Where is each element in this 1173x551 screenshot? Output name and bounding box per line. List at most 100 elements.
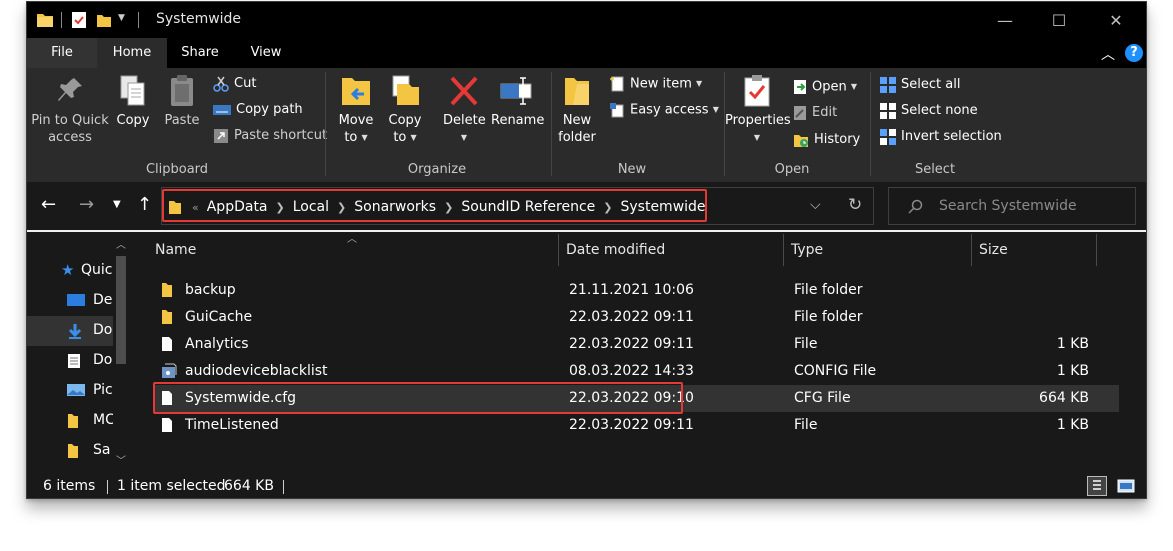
invert-selection-button[interactable]: Invert selection	[880, 126, 1002, 148]
new-item-button[interactable]: New item ▼	[609, 73, 702, 95]
column-divider[interactable]	[1096, 234, 1097, 266]
config-file-icon	[162, 363, 177, 378]
new-folder-icon[interactable]	[96, 11, 112, 29]
back-arrow-icon[interactable]: ←	[41, 194, 56, 215]
download-icon	[68, 324, 82, 339]
document-icon	[68, 354, 80, 368]
status-bar: 6 items 1 item selected 664 KB	[27, 472, 1146, 498]
file-type: File folder	[794, 282, 863, 298]
tab-home[interactable]: Home	[97, 38, 167, 68]
nav-item-label: De	[93, 292, 113, 308]
nav-pane-scrollbar[interactable]: ︿ ﹀	[113, 234, 129, 470]
column-divider[interactable]	[558, 234, 559, 266]
move-to-button[interactable]: Move to ▼	[335, 74, 377, 146]
column-header-date-modified[interactable]: Date modified	[566, 242, 665, 258]
new-item-icon	[610, 76, 624, 92]
copy-to-button[interactable]: Copy to ▼	[385, 74, 425, 146]
large-icons-view-icon[interactable]	[1117, 478, 1135, 498]
details-view-icon[interactable]	[1087, 476, 1107, 496]
selected-file-highlight	[153, 382, 683, 414]
nav-item-label: MC	[93, 412, 115, 428]
search-box[interactable]: Search Systemwide	[888, 187, 1136, 225]
new-item-label: New item	[630, 76, 692, 92]
properties-button[interactable]: Properties ▼	[725, 74, 791, 146]
new-folder-label-1: New	[562, 113, 592, 128]
paste-shortcut-button[interactable]: Paste shortcut	[213, 125, 327, 147]
column-divider[interactable]	[783, 234, 784, 266]
file-name: backup	[185, 282, 236, 298]
group-label-open: Open	[774, 162, 810, 177]
search-icon	[908, 199, 923, 214]
explorer-window: ▼ Systemwide — ☐ ✕ File Home Share View …	[26, 1, 1147, 499]
copy-button[interactable]: Copy	[113, 74, 153, 129]
copy-path-button[interactable]: Copy path	[213, 99, 303, 121]
column-header-name[interactable]: Name	[155, 242, 196, 258]
tab-file[interactable]: File	[27, 38, 97, 68]
file-row-audiodeviceblacklist[interactable]: audiodeviceblacklist 08.03.2022 14:33 CO…	[153, 358, 1119, 385]
pin-label-2: access	[48, 130, 92, 145]
delete-x-icon	[450, 76, 478, 106]
cut-button[interactable]: Cut	[213, 73, 256, 95]
collapse-ribbon-icon[interactable]: ︿	[1101, 44, 1115, 64]
file-row-backup[interactable]: backup 21.11.2021 10:06 File folder	[153, 277, 1119, 304]
column-header-type[interactable]: Type	[791, 242, 823, 258]
file-name: audiodeviceblacklist	[185, 363, 328, 379]
pin-to-quick-access-button[interactable]: Pin to Quick access	[31, 74, 109, 146]
clipboard-icon	[171, 75, 193, 106]
column-header-size[interactable]: Size	[979, 242, 1008, 258]
forward-arrow-icon[interactable]: →	[79, 194, 94, 215]
refresh-icon[interactable]: ↻	[848, 195, 862, 215]
help-icon[interactable]: ?	[1125, 44, 1143, 62]
invert-selection-icon	[880, 128, 896, 145]
copy-to-icon	[392, 75, 419, 105]
qat-divider	[61, 12, 62, 28]
properties-check-icon[interactable]	[71, 11, 87, 29]
search-placeholder: Search Systemwide	[939, 198, 1077, 214]
ribbon-tabs: File Home Share View ︿ ?	[27, 38, 1146, 68]
address-dropdown-icon[interactable]: ⌵	[810, 197, 821, 213]
chevron-down-icon: ▼	[753, 133, 761, 142]
new-folder-icon	[565, 78, 589, 105]
file-icon	[162, 337, 172, 351]
up-arrow-icon[interactable]: ↑	[137, 194, 152, 215]
history-label: History	[814, 132, 861, 147]
recent-locations-icon[interactable]: ▼	[113, 199, 121, 210]
scrollbar-thumb[interactable]	[116, 256, 126, 364]
select-all-button[interactable]: Select all	[880, 74, 960, 96]
tab-share[interactable]: Share	[167, 38, 233, 68]
file-type: CFG File	[794, 390, 851, 406]
file-row-timelistened[interactable]: TimeListened 22.03.2022 09:11 File 1 KB	[153, 412, 1119, 439]
title-divider	[138, 12, 139, 28]
select-all-label: Select all	[901, 77, 961, 92]
status-divider	[283, 480, 284, 494]
edit-button[interactable]: Edit	[793, 102, 837, 124]
new-folder-label-2: folder	[558, 130, 596, 145]
tab-view[interactable]: View	[233, 38, 299, 68]
open-button[interactable]: Open ▼	[793, 76, 857, 98]
scroll-up-icon[interactable]: ︿	[116, 236, 126, 251]
minimize-button[interactable]: —	[982, 8, 1028, 34]
delete-button[interactable]: Delete ▼	[443, 74, 486, 146]
easy-access-button[interactable]: Easy access ▼	[609, 99, 719, 121]
new-folder-button[interactable]: New folder	[557, 74, 597, 146]
move-to-icon	[342, 78, 370, 105]
column-divider[interactable]	[971, 234, 972, 266]
qat-dropdown-icon[interactable]: ▼	[118, 13, 125, 23]
scissors-icon	[213, 76, 229, 92]
scroll-down-icon[interactable]: ﹀	[116, 452, 126, 467]
paste-shortcut-icon	[214, 128, 228, 143]
paste-button[interactable]: Paste	[161, 74, 203, 129]
properties-icon	[744, 75, 770, 107]
close-button[interactable]: ✕	[1093, 8, 1139, 34]
file-type: File	[794, 336, 818, 352]
maximize-button[interactable]: ☐	[1036, 8, 1082, 34]
chevron-down-icon: ▼	[696, 79, 703, 88]
file-row-analytics[interactable]: Analytics 22.03.2022 09:11 File 1 KB	[153, 331, 1119, 358]
file-row-guicache[interactable]: GuiCache 22.03.2022 09:11 File folder	[153, 304, 1119, 331]
select-none-button[interactable]: Select none	[880, 100, 978, 122]
history-button[interactable]: History	[793, 129, 860, 151]
rename-button[interactable]: Rename	[491, 74, 544, 129]
select-all-icon	[880, 76, 896, 93]
chevron-down-icon: ▼	[712, 105, 719, 114]
group-separator	[870, 72, 871, 176]
